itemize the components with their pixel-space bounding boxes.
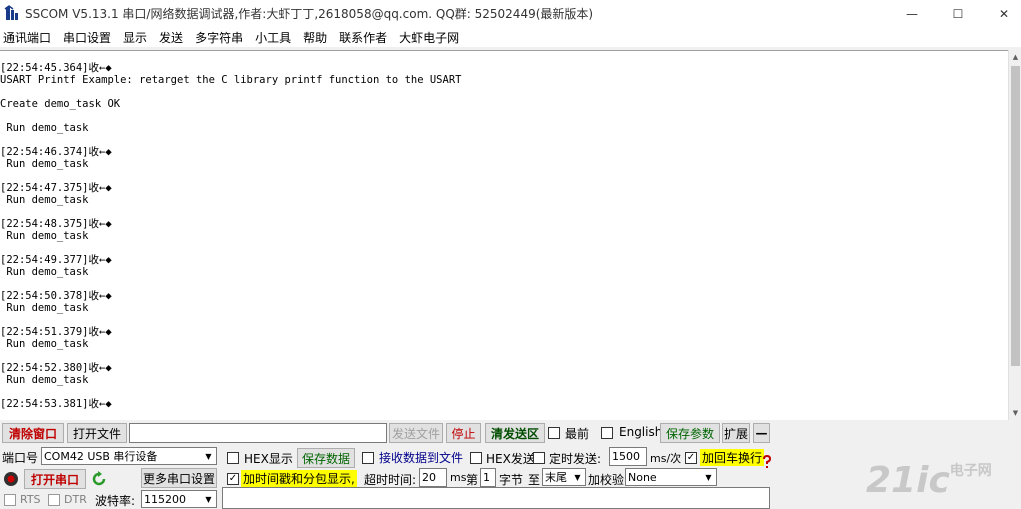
refresh-icon[interactable] (91, 471, 107, 487)
baud-value: 115200 (144, 492, 186, 506)
hex-display-label: HEX显示 (244, 452, 293, 466)
topmost-checkbox[interactable] (548, 427, 560, 439)
add-crlf-label: 加回车换行 (700, 449, 765, 466)
scroll-up-icon[interactable]: ▲ (1009, 50, 1021, 64)
dtr-label: DTR (64, 493, 87, 506)
menu-bar: 通讯端口 串口设置 显示 发送 多字符串 小工具 帮助 联系作者 大虾电子网 (0, 27, 1021, 48)
file-path-input[interactable] (129, 423, 387, 443)
more-port-settings-button[interactable]: 更多串口设置 (141, 468, 217, 488)
port-value: COM42 USB 串行设备 (44, 450, 158, 463)
hex-send-checkbox[interactable] (470, 452, 482, 464)
menu-comm-port[interactable]: 通讯端口 (0, 29, 57, 46)
scroll-down-icon[interactable]: ▼ (1009, 406, 1021, 420)
to-value: 末尾 (545, 471, 567, 484)
vertical-scrollbar[interactable]: ▲ ▼ (1008, 50, 1021, 420)
timeout-unit: ms (450, 471, 467, 484)
title-bar: SSCOM V5.13.1 串口/网络数据调试器,作者:大虾丁丁,2618058… (0, 0, 1021, 27)
byte-index-input[interactable]: 1 (480, 468, 496, 487)
menu-website[interactable]: 大虾电子网 (393, 29, 465, 46)
stop-button[interactable]: 停止 (446, 423, 481, 443)
topmost-label: 最前 (565, 427, 590, 441)
save-params-button[interactable]: 保存参数 (660, 423, 720, 443)
byte-suffix-label: 字节 (499, 473, 524, 487)
send-file-button[interactable]: 发送文件 (389, 423, 443, 443)
timestamp-label: 加时间戳和分包显示, (241, 470, 357, 487)
port-dropdown-icon[interactable]: ▼ (201, 448, 216, 464)
app-icon (4, 5, 18, 20)
add-crlf-checkbox[interactable]: ✓ (685, 452, 697, 464)
send-textbox[interactable] (222, 487, 770, 509)
menu-send[interactable]: 发送 (153, 29, 189, 46)
hex-display-checkbox[interactable] (227, 452, 239, 464)
check-icon: ✓ (228, 473, 238, 484)
byte-prefix-label: 第 (466, 473, 479, 487)
checksum-select[interactable]: None ▼ (625, 468, 717, 486)
menu-tools[interactable]: 小工具 (249, 29, 297, 46)
english-label: English (619, 425, 663, 439)
to-dropdown-icon[interactable]: ▼ (570, 469, 585, 485)
menu-contact[interactable]: 联系作者 (333, 29, 393, 46)
dtr-checkbox[interactable] (48, 494, 60, 506)
receive-text: [22:54:45.364]收←◆ USART Printf Example: … (0, 62, 462, 410)
help-icon[interactable] (762, 455, 772, 469)
menu-port-settings[interactable]: 串口设置 (57, 29, 117, 46)
close-icon: ✕ (998, 6, 1010, 21)
maximize-icon: ☐ (952, 6, 964, 21)
clear-send-button[interactable]: 清发送区 (485, 423, 545, 443)
checksum-value: None (628, 470, 657, 484)
open-file-button[interactable]: 打开文件 (67, 423, 127, 443)
baud-dropdown-icon[interactable]: ▼ (201, 491, 216, 507)
hex-send-label: HEX发送 (486, 452, 535, 466)
timed-send-checkbox[interactable] (533, 452, 545, 464)
interval-input[interactable]: 1500 (609, 447, 647, 466)
to-select[interactable]: 末尾 ▼ (542, 468, 586, 486)
close-button[interactable]: ✕ (981, 0, 1021, 27)
save-data-button[interactable]: 保存数据 (297, 448, 355, 468)
recv-to-file-label[interactable]: 接收数据到文件 (379, 449, 463, 466)
interval-unit: ms/次 (650, 452, 682, 465)
collapse-button[interactable]: — (753, 423, 770, 443)
checksum-dropdown-icon[interactable]: ▼ (701, 469, 716, 485)
expand-button[interactable]: 扩展 (722, 423, 750, 443)
to-label: 至 (528, 473, 541, 487)
menu-multi-string[interactable]: 多字符串 (189, 29, 249, 46)
scroll-thumb[interactable] (1011, 66, 1020, 366)
open-port-button[interactable]: 打开串口 (24, 469, 86, 489)
checksum-label: 加校验 (588, 473, 625, 487)
minimize-icon: — (906, 6, 918, 21)
rts-checkbox[interactable] (4, 494, 16, 506)
timestamp-checkbox[interactable]: ✓ (227, 473, 239, 485)
rts-label: RTS (20, 493, 41, 506)
window-title: SSCOM V5.13.1 串口/网络数据调试器,作者:大虾丁丁,2618058… (25, 7, 594, 21)
receive-area[interactable]: [22:54:45.364]收←◆ USART Printf Example: … (0, 50, 1008, 420)
minimize-button[interactable]: — (889, 0, 935, 27)
recv-to-file-checkbox[interactable] (362, 452, 374, 464)
baud-select[interactable]: 115200 ▼ (141, 490, 217, 508)
check-icon: ✓ (686, 452, 696, 463)
timeout-label: 超时时间: (364, 473, 417, 487)
watermark-logo: 21ic电子网 (866, 460, 992, 501)
menu-display[interactable]: 显示 (117, 29, 153, 46)
timed-send-label: 定时发送: (549, 452, 602, 466)
timeout-input[interactable]: 20 (419, 468, 447, 487)
port-status-icon (4, 472, 18, 486)
clear-window-button[interactable]: 清除窗口 (2, 423, 64, 443)
baud-label: 波特率: (95, 494, 136, 508)
port-select[interactable]: COM42 USB 串行设备 ▼ (41, 447, 217, 465)
maximize-button[interactable]: ☐ (935, 0, 981, 27)
menu-help[interactable]: 帮助 (297, 29, 333, 46)
port-label: 端口号 (2, 451, 39, 465)
english-checkbox[interactable] (601, 427, 613, 439)
